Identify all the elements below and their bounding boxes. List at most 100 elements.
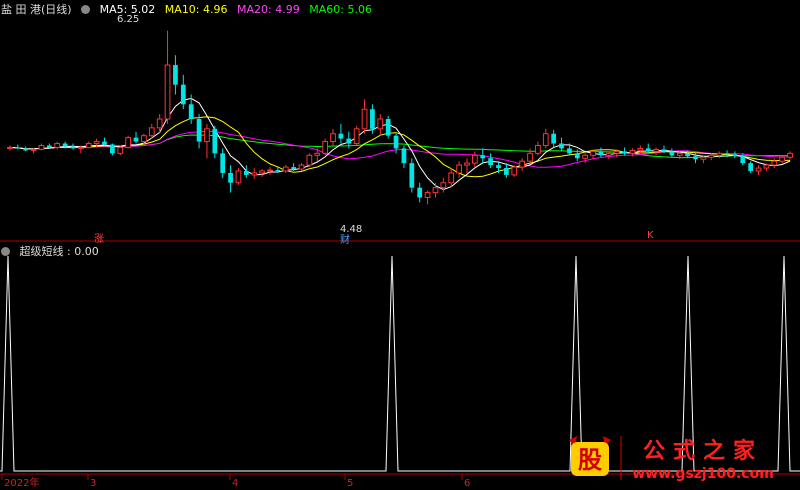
candle-body <box>464 162 470 166</box>
candle-body <box>661 149 667 152</box>
candle-body <box>527 152 533 162</box>
candle-body <box>542 133 549 146</box>
watermark-text: 公式之家 <box>643 438 763 464</box>
candle-body <box>188 104 194 119</box>
candle-body <box>30 148 37 151</box>
candle-body <box>748 163 754 171</box>
candle-body <box>424 192 431 198</box>
x-tick-label: 2022年 <box>4 476 39 489</box>
watermark: 股 公式之家 www.gszj100.com <box>563 432 788 484</box>
candle-body <box>173 65 178 85</box>
x-tick-label: 3 <box>90 478 96 489</box>
candle-body <box>779 156 786 162</box>
candle-body <box>370 109 375 129</box>
candle-body <box>228 172 233 183</box>
candle-body <box>693 156 698 160</box>
candle-body <box>204 128 210 143</box>
indicator-settings-icon[interactable] <box>1 247 10 256</box>
candle-body <box>740 156 746 164</box>
candle-body <box>669 151 675 156</box>
candle-body <box>180 84 186 105</box>
candle-body <box>582 154 589 159</box>
candle-body <box>85 143 92 148</box>
candle-body <box>574 153 580 159</box>
candle-body <box>605 152 612 156</box>
candle-body <box>787 152 793 158</box>
candle-body <box>110 144 115 154</box>
watermark-url: www.gszj100.com <box>632 466 774 482</box>
candle-body <box>220 153 226 173</box>
candle-body <box>559 143 564 149</box>
indicator-header: 超级短线 : 0.00 <box>1 243 105 259</box>
candle-body <box>164 64 171 120</box>
candle-body <box>93 141 100 145</box>
candle-body <box>401 148 407 164</box>
candle-body <box>732 154 738 157</box>
candle-body <box>393 135 399 149</box>
candle-body <box>629 149 636 154</box>
candle-body <box>551 133 557 144</box>
chart-title: 盐 田 港(日线) <box>1 3 72 16</box>
candle-body <box>676 152 683 156</box>
tag-k: K <box>647 230 654 241</box>
candle-body <box>117 146 124 154</box>
candle-body <box>724 153 730 155</box>
candle-body <box>716 152 723 156</box>
candle-body <box>432 187 439 194</box>
ma20-label: MA20: 4.99 <box>237 3 300 16</box>
candle-body <box>496 165 501 169</box>
candle-body <box>46 145 52 148</box>
candle-body <box>156 118 163 129</box>
stock-chart: 2022年 3 4 5 6 <box>0 30 800 489</box>
candle-body <box>488 158 493 166</box>
candle-body <box>480 155 486 159</box>
x-axis: 2022年 3 4 5 6 <box>1 474 470 489</box>
candle-body <box>385 119 391 136</box>
candle-body <box>708 154 715 158</box>
candle-body <box>196 119 202 142</box>
candle-body <box>653 148 659 152</box>
candle-body <box>314 152 321 156</box>
candle-body <box>448 172 455 184</box>
candle-body <box>346 138 352 144</box>
candle-body <box>417 187 423 198</box>
candle-body <box>77 146 84 149</box>
candle-body <box>361 108 368 130</box>
candle-body <box>306 154 313 166</box>
ma60-label: MA60: 5.06 <box>309 3 372 16</box>
candle-body <box>645 148 651 152</box>
candle-body <box>298 164 305 170</box>
candle-body <box>23 148 29 151</box>
candle-body <box>685 153 690 157</box>
candle-body <box>243 170 249 175</box>
candle-body <box>622 151 627 154</box>
x-tick-label: 4 <box>232 478 238 489</box>
candle-body <box>771 160 778 166</box>
ma20-line <box>9 130 791 168</box>
candle-body <box>282 166 289 172</box>
candle-body <box>267 169 273 172</box>
candle-body <box>275 170 281 172</box>
candle-body <box>62 143 68 147</box>
candle-body <box>535 144 541 154</box>
candle-body <box>613 150 620 154</box>
candle-body <box>598 151 604 156</box>
candle-body <box>125 137 132 148</box>
candle-body <box>102 141 107 145</box>
ma10-label: MA10: 4.96 <box>164 3 228 16</box>
candle-body <box>456 164 462 174</box>
x-tick-label: 5 <box>347 478 353 489</box>
candle-body <box>471 154 478 164</box>
candle-body <box>259 170 265 174</box>
candle-body <box>567 148 572 154</box>
candle-body <box>291 167 296 170</box>
candle-body <box>330 133 336 143</box>
settings-icon[interactable] <box>81 5 91 14</box>
candle-body <box>519 160 526 168</box>
candle-body <box>148 127 155 137</box>
chart-header: 盐 田 港(日线) MA5: 5.02 MA10: 4.96 MA20: 4.9… <box>1 1 378 17</box>
candle-body <box>511 166 518 176</box>
candle-body <box>763 164 770 169</box>
candle-body <box>353 128 360 145</box>
candle-body <box>440 182 447 189</box>
